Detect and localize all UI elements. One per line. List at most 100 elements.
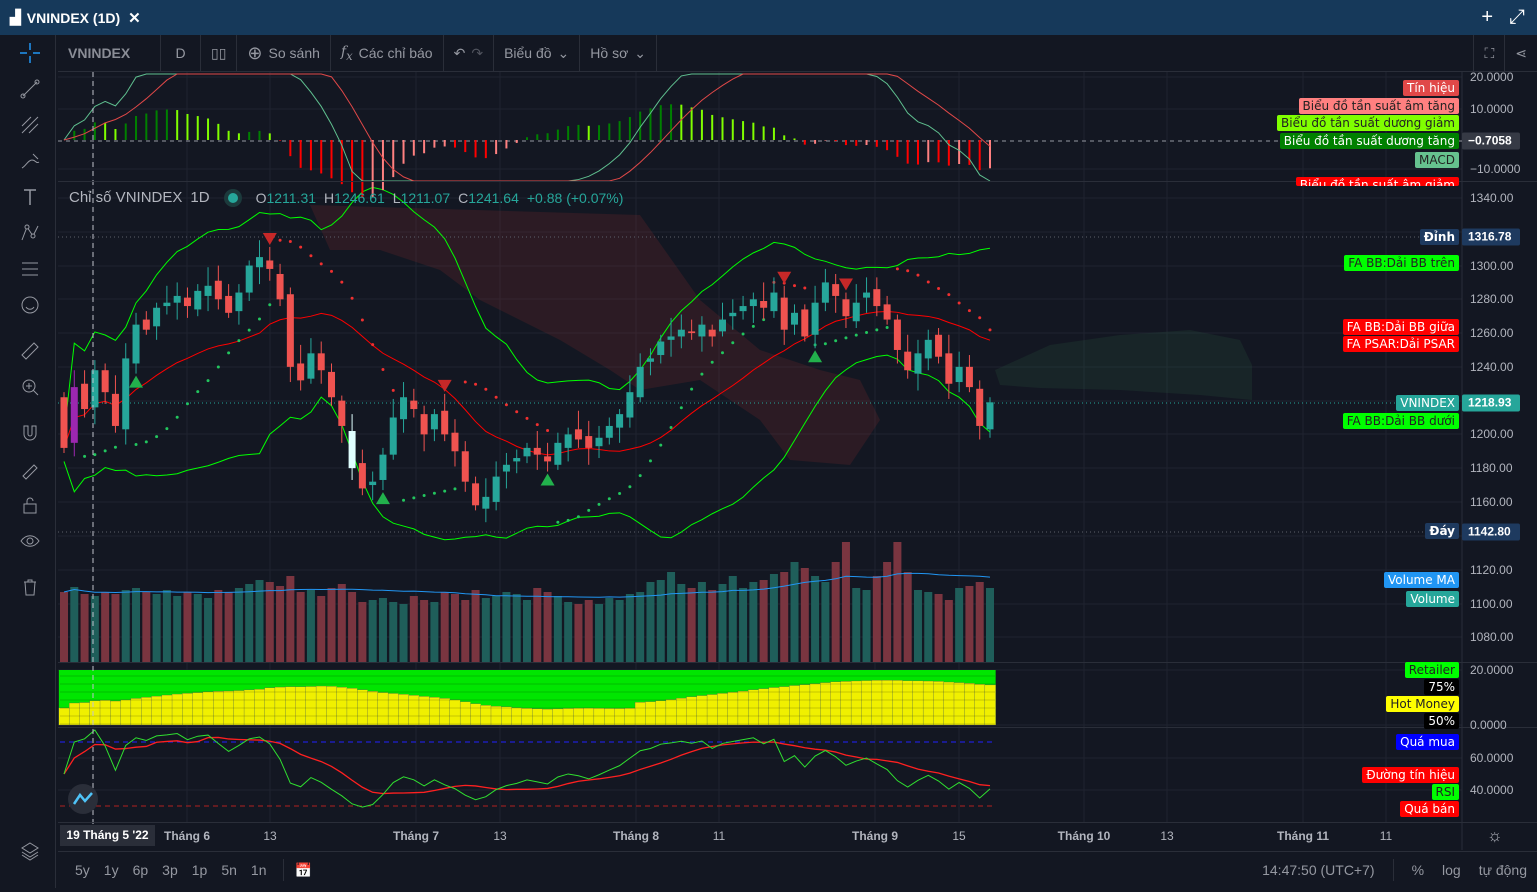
trend-line-tool-icon[interactable] <box>4 71 56 107</box>
fib-tool-icon[interactable] <box>4 251 56 287</box>
rsi-axis-tick: 40.0000 <box>1470 783 1514 797</box>
layers-icon[interactable] <box>4 833 56 869</box>
psar-tag: FA PSAR:Dải PSAR <box>1342 336 1459 352</box>
psar-dot <box>834 339 838 343</box>
undo-icon[interactable]: ↶ <box>454 45 466 62</box>
candle-body <box>646 358 654 362</box>
hot-money-area <box>202 691 214 726</box>
candle-body <box>225 295 233 313</box>
hot-money-area <box>305 686 317 726</box>
lock-drawing-icon[interactable] <box>4 451 56 487</box>
volume-bar <box>430 602 439 662</box>
hot-money-area <box>912 680 924 726</box>
goto-date-calendar-icon[interactable]: 📅 <box>294 862 311 879</box>
window-titlebar: ▟ VNINDEX (1D) ✕ + ⤢ <box>0 0 1537 35</box>
fullscreen-icon[interactable]: ⛶ <box>1473 34 1506 72</box>
interval-button[interactable]: D <box>161 34 201 72</box>
auto-scale-toggle[interactable]: tự động <box>1479 862 1527 878</box>
price-axis-tick: 1280.00 <box>1470 292 1514 306</box>
macd-signal-tag: Tín hiệu <box>1402 80 1459 96</box>
chart-menu-button[interactable]: Biểu đồ ⌄ <box>494 34 581 72</box>
candle-body <box>657 341 665 356</box>
hot-money-area <box>182 693 194 726</box>
hot-money-area <box>953 682 965 726</box>
hot-money-area <box>470 703 482 726</box>
time-axis-label: Tháng 7 <box>392 829 440 843</box>
magnet-icon[interactable] <box>4 415 56 451</box>
range-6m[interactable]: 6p <box>126 862 156 878</box>
volume-bar <box>625 594 634 662</box>
candle-body <box>760 300 768 308</box>
pane-divider[interactable] <box>58 727 1537 728</box>
compare-button[interactable]: ⊕ So sánh <box>237 34 331 72</box>
crosshair-tool-icon[interactable] <box>4 35 56 71</box>
candle-body <box>935 334 943 357</box>
trash-icon[interactable] <box>4 569 56 605</box>
candle-body <box>533 447 541 455</box>
range-1d[interactable]: 1n <box>244 862 274 878</box>
volume-bar <box>831 562 840 662</box>
range-5d[interactable]: 5n <box>214 862 244 878</box>
indicators-button[interactable]: fx Các chỉ báo <box>331 34 444 72</box>
eye-icon[interactable] <box>4 523 56 559</box>
signal-line-tag: Đường tín hiệu <box>1362 767 1459 783</box>
hot-money-area <box>758 688 770 726</box>
pane-divider[interactable] <box>58 822 1537 823</box>
psar-dot <box>330 269 334 273</box>
add-window-button[interactable]: + <box>1481 6 1493 29</box>
candle-body <box>626 392 634 418</box>
range-1m[interactable]: 1p <box>185 862 215 878</box>
rsi-signal-line <box>63 736 991 795</box>
candle-body <box>142 319 150 330</box>
candle-body <box>749 299 757 307</box>
log-scale-toggle[interactable]: log <box>1442 862 1461 878</box>
pattern-tool-icon[interactable] <box>4 215 56 251</box>
emoji-tool-icon[interactable] <box>4 287 56 323</box>
percent-scale-toggle[interactable]: % <box>1412 862 1424 878</box>
brush-tool-icon[interactable] <box>4 143 56 179</box>
candle-body <box>770 292 778 312</box>
volume-bar <box>90 596 99 662</box>
symbol-search[interactable]: VNINDEX <box>58 34 161 72</box>
hot-money-area <box>604 708 616 726</box>
high-value: 1246.61 <box>334 189 385 206</box>
range-1y[interactable]: 1y <box>97 862 126 878</box>
psar-dot <box>751 324 755 328</box>
hot-money-area <box>964 683 976 726</box>
zoom-in-icon[interactable] <box>4 369 56 405</box>
candle-body <box>461 451 469 482</box>
expand-window-icon[interactable]: ⤢ <box>1509 6 1525 29</box>
hot-money-area <box>439 698 451 726</box>
top-tag: Đỉnh <box>1419 229 1459 245</box>
chart-type-button[interactable]: ▯▯ <box>201 34 238 72</box>
pitchfork-tool-icon[interactable] <box>4 107 56 143</box>
window-title: VNINDEX (1D) <box>26 9 121 26</box>
ruler-icon[interactable] <box>4 333 56 369</box>
volume-bar <box>440 592 449 662</box>
range-3m[interactable]: 3p <box>155 862 185 878</box>
price-axis-tick: 1340.00 <box>1470 191 1514 205</box>
psar-dot <box>453 487 457 491</box>
pane-divider[interactable] <box>58 662 1537 663</box>
volume-bar <box>121 590 130 662</box>
volume-bar <box>986 588 994 662</box>
text-tool-icon[interactable] <box>4 179 56 215</box>
settings-sun-icon[interactable]: ☼ <box>1487 826 1503 846</box>
candle-body <box>677 329 685 337</box>
redo-icon[interactable]: ↷ <box>471 45 483 62</box>
candle-body <box>183 297 191 307</box>
hot-money-area <box>243 689 255 726</box>
hist-neg-down-tag: Biểu đồ tần suất âm giảm <box>1295 177 1459 186</box>
psar-dot <box>412 496 416 500</box>
close-window-button[interactable]: ✕ <box>128 9 141 27</box>
profile-menu-button[interactable]: Hồ sơ ⌄ <box>580 34 657 72</box>
range-5y[interactable]: 5y <box>68 862 97 878</box>
share-icon[interactable]: ⋖ <box>1505 35 1537 72</box>
candle-body <box>163 302 171 307</box>
candle-body <box>636 366 644 398</box>
cursor-date-badge: 19 Tháng 5 '22 <box>60 825 155 846</box>
candle-body <box>821 282 829 303</box>
lock-icon[interactable] <box>4 487 56 523</box>
candle-body <box>616 414 624 428</box>
hot-money-area <box>336 687 348 726</box>
